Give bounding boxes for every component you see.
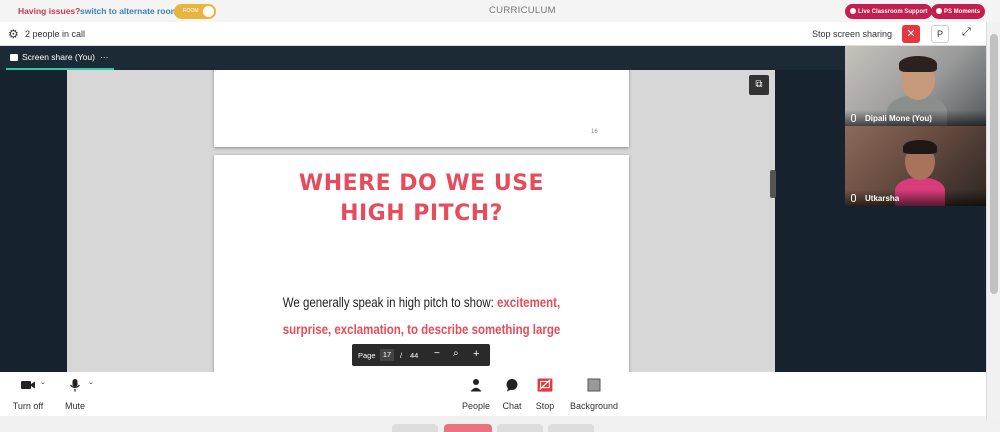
document-page: 16 xyxy=(214,70,629,147)
total-pages: 44 xyxy=(410,351,419,360)
zoom-search-icon[interactable]: ⌕ xyxy=(453,348,459,359)
document-page-current: WHERE DO WE USE HIGH PITCH? We generally… xyxy=(214,155,629,372)
participant-name: Dipali Mone (You) xyxy=(865,114,932,123)
popout-icon[interactable]: ⧉ xyxy=(749,75,769,95)
mute-button[interactable]: Mute xyxy=(60,378,90,411)
mic-options-chevron-icon[interactable]: ⌄ xyxy=(88,378,94,386)
current-page-input[interactable]: 17 xyxy=(380,349,394,361)
screen-share-stage: Screen share (You) ··· 16 WHERE DO WE USE… xyxy=(0,46,845,372)
slide-body-highlight-line2: surprise, exclamation, to describe somet… xyxy=(282,321,561,337)
chat-button[interactable]: Chat xyxy=(498,378,526,411)
slide-body: We generally speak in high pitch to show… xyxy=(251,289,591,343)
chat-icon xyxy=(506,379,518,392)
footer-tab[interactable] xyxy=(392,424,438,432)
screen-share-icon xyxy=(10,54,18,61)
toggle-knob xyxy=(203,6,214,17)
mic-icon xyxy=(851,114,856,122)
participant-video-hair xyxy=(899,56,937,72)
issue-text: Having issues? xyxy=(18,6,81,16)
tab-label: Screen share (You) xyxy=(22,52,95,62)
close-icon: ✕ xyxy=(906,28,916,40)
slide-body-highlight: excitement, xyxy=(497,294,561,310)
background-button[interactable]: Background xyxy=(566,378,622,411)
camera-options-chevron-icon[interactable]: ⌄ xyxy=(40,378,46,386)
page-number: 16 xyxy=(591,129,598,135)
footer-tab[interactable] xyxy=(497,424,543,432)
participant-name-label: Dipali Mone (You) xyxy=(845,110,986,126)
zoom-in-icon[interactable]: + xyxy=(473,348,479,360)
page-scrollbar[interactable] xyxy=(986,22,1000,420)
page-title: CURRICULUM xyxy=(489,5,556,16)
scrollbar-thumb[interactable] xyxy=(990,34,998,294)
page-navigator: Page 17 / 44 − ⌕ + xyxy=(352,344,490,366)
people-icon xyxy=(470,379,482,392)
camera-icon xyxy=(21,381,35,389)
participant-video-hair xyxy=(903,140,937,154)
chat-label: Chat xyxy=(502,401,522,411)
stop-label: Stop xyxy=(535,401,555,411)
footer-tab[interactable] xyxy=(548,424,594,432)
live-classroom-support-button[interactable]: Live Classroom Support xyxy=(845,4,933,19)
room-toggle[interactable]: ROOM xyxy=(174,4,216,19)
stop-share-icon xyxy=(537,378,553,392)
participant-name-label: Utkarsha xyxy=(845,190,986,206)
background-label: Background xyxy=(569,401,619,411)
more-options-icon[interactable]: ··· xyxy=(100,52,109,62)
slide-title-line1: WHERE DO WE USE xyxy=(298,171,545,196)
tab-screen-share[interactable]: Screen share (You) ··· xyxy=(6,46,115,70)
pager-separator: / xyxy=(400,351,403,360)
ps-moments-button[interactable]: PS Moments xyxy=(931,4,986,19)
camera-label: Turn off xyxy=(12,401,44,411)
participant-name: Utkarsha xyxy=(865,194,900,203)
background-icon xyxy=(587,378,601,392)
gear-icon[interactable]: ⚙ xyxy=(8,27,19,41)
support-icon xyxy=(850,8,856,14)
slide-title: WHERE DO WE USE HIGH PITCH? xyxy=(214,169,629,229)
support-label: Live Classroom Support xyxy=(858,9,928,15)
viewer-scroll-handle[interactable] xyxy=(770,170,776,198)
call-header: ⚙ 2 people in call Stop screen sharing ✕… xyxy=(0,22,986,46)
video-tile[interactable]: Dipali Mone (You) xyxy=(845,46,986,126)
expand-icon[interactable]: ⤢ xyxy=(962,26,971,39)
stop-share-button[interactable]: Stop xyxy=(532,378,558,411)
footer-strip xyxy=(0,416,986,432)
room-toggle-label: ROOM xyxy=(183,8,199,14)
people-count: 2 people in call xyxy=(25,29,86,39)
slide-body-text: We generally speak in high pitch to show… xyxy=(282,294,498,310)
switch-room-link[interactable]: switch to alternate room xyxy=(80,6,178,16)
document-viewer[interactable]: 16 WHERE DO WE USE HIGH PITCH? We genera… xyxy=(67,70,775,372)
bottom-toolbar: Turn off ⌄ Mute ⌄ People Chat Stop Backg… xyxy=(0,372,986,416)
mic-icon xyxy=(851,194,856,202)
footer-tab-active[interactable] xyxy=(444,424,492,432)
pager-label: Page xyxy=(358,351,376,360)
slide-title-line2: HIGH PITCH? xyxy=(340,201,503,226)
moments-icon xyxy=(936,8,942,14)
zoom-out-icon[interactable]: − xyxy=(434,348,440,359)
top-bar: Having issues? switch to alternate room … xyxy=(0,0,1000,22)
p-button[interactable]: P xyxy=(931,25,949,43)
stop-sharing-close-button[interactable]: ✕ xyxy=(902,25,920,43)
participant-videos: Dipali Mone (You) Utkarsha xyxy=(845,46,986,372)
microphone-icon xyxy=(70,379,80,392)
people-label: People xyxy=(461,401,491,411)
stage-tab-bar: Screen share (You) ··· xyxy=(0,46,845,70)
moments-label: PS Moments xyxy=(944,9,981,15)
mute-label: Mute xyxy=(64,401,85,411)
stop-sharing-label: Stop screen sharing xyxy=(812,29,893,39)
video-tile[interactable]: Utkarsha xyxy=(845,126,986,206)
people-button[interactable]: People xyxy=(458,378,494,411)
